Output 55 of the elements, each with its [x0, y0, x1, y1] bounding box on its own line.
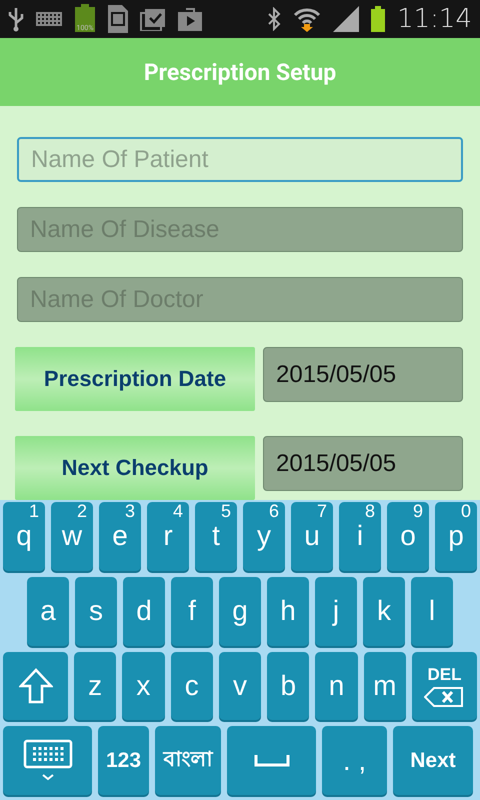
key[interactable]: Next: [393, 726, 473, 795]
sd-card-icon: [108, 5, 128, 33]
key[interactable]: 7 u: [291, 502, 333, 571]
key[interactable]: বাংলা: [155, 726, 221, 795]
bluetooth-icon: [267, 7, 282, 31]
key[interactable]: 123: [98, 726, 149, 795]
key[interactable]: l: [411, 576, 453, 646]
key[interactable]: g: [219, 576, 261, 646]
space-icon: [254, 754, 290, 767]
clock: 11:14: [397, 4, 472, 34]
key[interactable]: v: [218, 652, 262, 720]
shift-icon: [18, 668, 52, 704]
signal-icon: [333, 6, 360, 32]
space-key[interactable]: [227, 726, 316, 795]
key[interactable]: 1 q: [3, 502, 45, 571]
key[interactable]: x: [122, 652, 165, 720]
keyboard-icon: [22, 738, 72, 783]
usb-icon: [8, 6, 24, 32]
battery-icon: [371, 6, 386, 32]
screen-title: Prescription Setup: [144, 58, 336, 86]
key[interactable]: f: [171, 576, 213, 646]
key[interactable]: z: [74, 652, 116, 720]
key[interactable]: 8 i: [339, 502, 381, 571]
key[interactable]: n: [315, 652, 358, 720]
battery-icon: [75, 4, 95, 32]
key[interactable]: 9 o: [387, 502, 429, 571]
key[interactable]: a: [27, 576, 69, 646]
key[interactable]: h: [267, 576, 309, 646]
date-button[interactable]: Prescription Date: [15, 347, 255, 412]
key[interactable]: 3 e: [99, 502, 141, 571]
key[interactable]: k: [363, 576, 405, 646]
key[interactable]: j: [315, 576, 357, 646]
backspace-icon: [424, 686, 464, 707]
key[interactable]: 5 t: [195, 502, 237, 571]
key[interactable]: 2 w: [51, 502, 93, 571]
key[interactable]: c: [170, 652, 213, 720]
wifi-icon: [293, 6, 322, 32]
key[interactable]: . ,: [322, 726, 387, 795]
key[interactable]: m: [364, 652, 406, 720]
date-field[interactable]: 2015/05/05: [263, 347, 463, 402]
key[interactable]: 4 r: [147, 502, 189, 571]
del-key[interactable]: DEL: [412, 652, 477, 720]
key[interactable]: s: [75, 576, 117, 646]
key[interactable]: b: [267, 652, 310, 720]
input-field[interactable]: Name Of Patient: [17, 137, 463, 182]
switch-key[interactable]: [3, 726, 92, 795]
key[interactable]: 6 y: [243, 502, 285, 571]
key[interactable]: 0 p: [435, 502, 477, 571]
shift-key[interactable]: [3, 652, 68, 720]
play-store-icon: [178, 7, 202, 31]
date-button[interactable]: Next Checkup: [15, 436, 255, 500]
date-field[interactable]: 2015/05/05: [263, 436, 463, 492]
clipboard-check-icon: [140, 7, 166, 31]
keyboard-icon: [36, 12, 62, 26]
key[interactable]: d: [123, 576, 165, 646]
